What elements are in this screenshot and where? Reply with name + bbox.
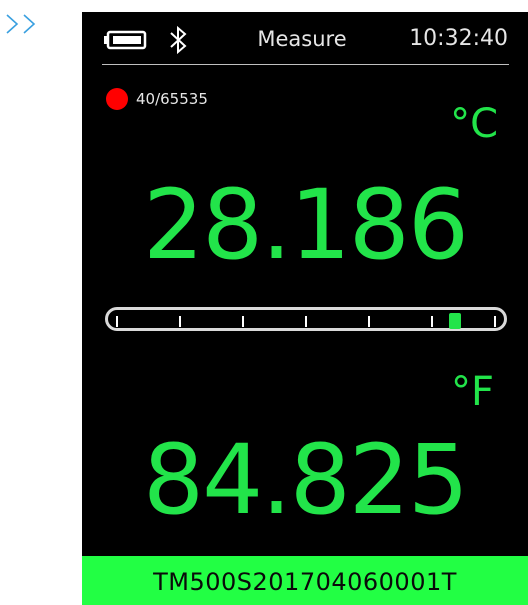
status-divider: [102, 64, 509, 65]
double-chevron-right-icon[interactable]: [4, 12, 44, 36]
battery-icon: [104, 30, 147, 50]
fahrenheit-unit: °F: [450, 369, 494, 415]
level-tick: [494, 316, 496, 327]
device-screen: Measure 10:32:40 40/65535 °C 28.186 °F 8…: [82, 12, 528, 605]
serial-number: TM500S201704060001T: [153, 568, 457, 596]
recording-indicator: [106, 88, 128, 110]
screen-title: Measure: [257, 27, 347, 51]
level-tick: [116, 316, 118, 327]
record-count: 40/65535: [136, 90, 208, 108]
level-indicator-bar: [105, 307, 507, 331]
serial-bar: TM500S201704060001T: [82, 556, 528, 605]
level-marker: [448, 313, 461, 329]
level-tick: [179, 316, 181, 327]
celsius-reading: 28.186: [143, 169, 469, 281]
celsius-unit: °C: [450, 101, 498, 147]
bluetooth-icon: [170, 25, 187, 55]
fahrenheit-reading: 84.825: [143, 424, 469, 536]
level-tick: [431, 316, 433, 327]
level-tick: [368, 316, 370, 327]
level-tick: [305, 316, 307, 327]
status-bar: Measure 10:32:40: [82, 12, 528, 64]
clock-time: 10:32:40: [409, 26, 508, 51]
page: Measure 10:32:40 40/65535 °C 28.186 °F 8…: [0, 0, 528, 605]
level-tick: [242, 316, 244, 327]
